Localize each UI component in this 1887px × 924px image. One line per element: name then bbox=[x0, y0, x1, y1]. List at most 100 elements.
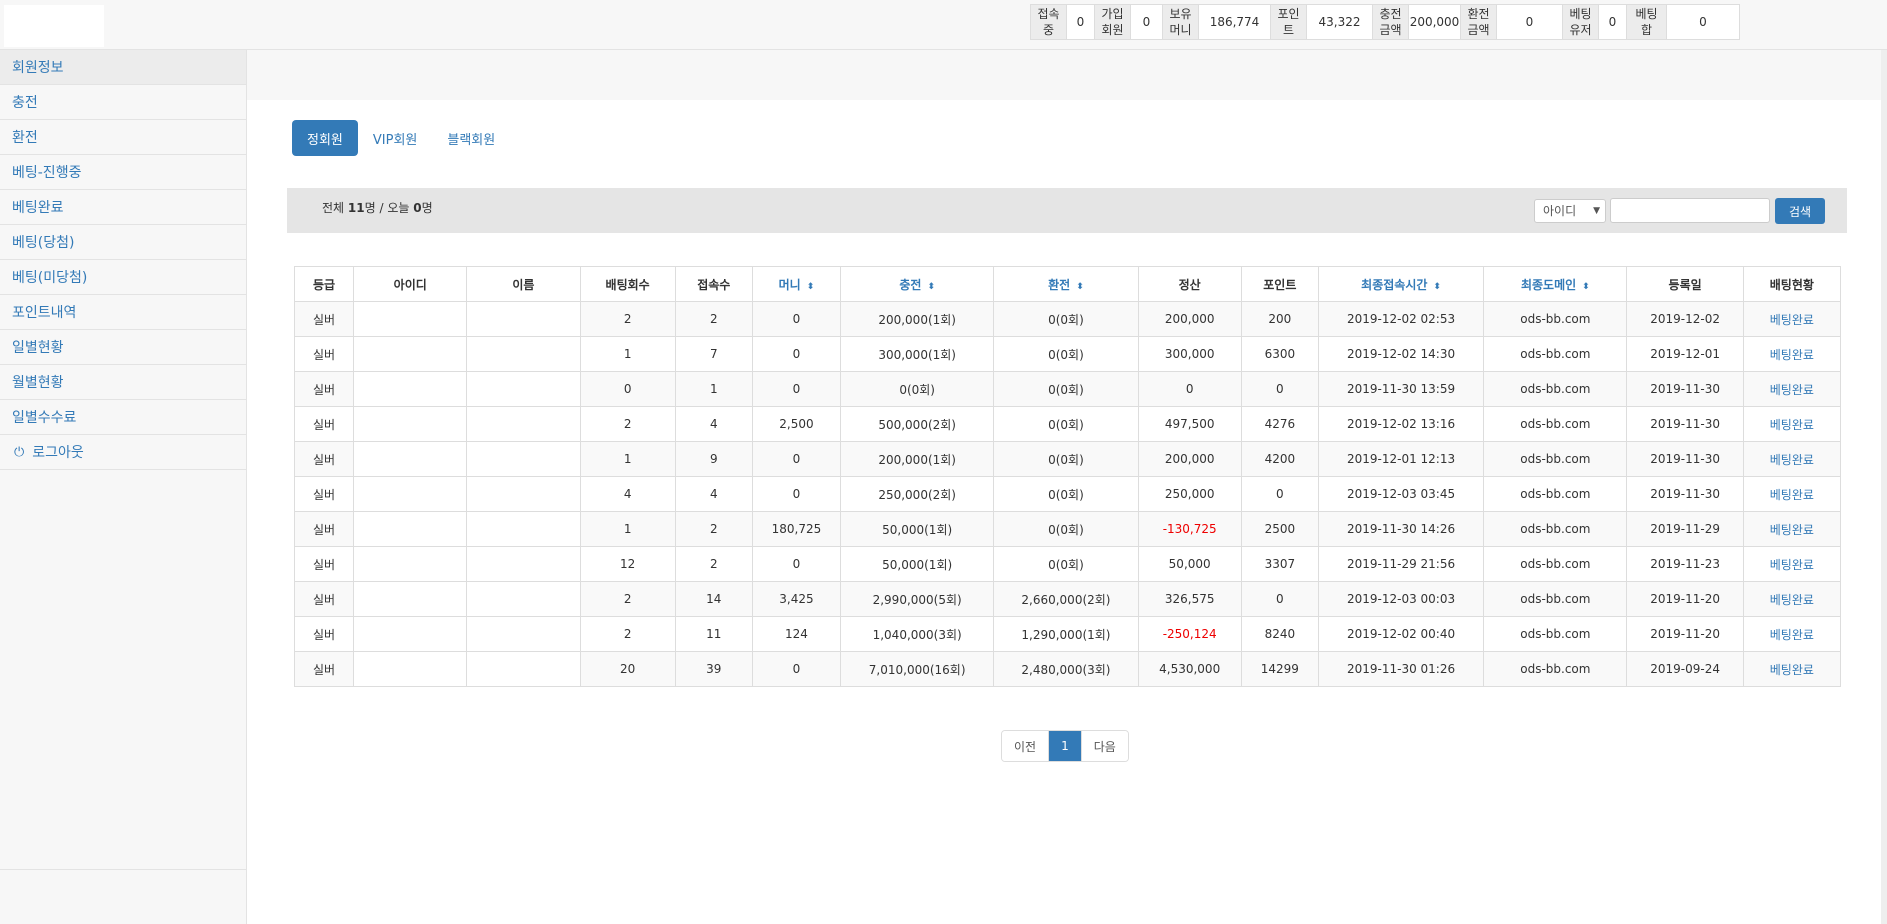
column-header[interactable]: 최종접속시간 ⬍ bbox=[1317, 266, 1485, 302]
table-cell: 0 bbox=[751, 546, 842, 582]
stat-value: 0 bbox=[1131, 5, 1163, 39]
sidebar-item[interactable]: 포인트내역 bbox=[0, 295, 246, 330]
column-header: 정산 bbox=[1137, 266, 1242, 302]
sidebar-item[interactable]: 회원정보 bbox=[0, 50, 246, 85]
table-cell: 200,000(1회) bbox=[840, 441, 995, 477]
search-button[interactable]: 검색 bbox=[1775, 198, 1825, 224]
stat-label: 환전 금액 bbox=[1461, 5, 1497, 39]
table-cell: -250,124 bbox=[1137, 616, 1242, 652]
sidebar-item[interactable]: 일별현황 bbox=[0, 330, 246, 365]
table-cell[interactable]: 베팅완료 bbox=[1742, 476, 1842, 512]
sidebar-item-label: 베팅완료 bbox=[12, 200, 64, 216]
column-header[interactable]: 충전 ⬍ bbox=[840, 266, 995, 302]
sidebar-item[interactable]: 베팅(당첨) bbox=[0, 225, 246, 260]
column-header: 접속수 bbox=[674, 266, 753, 302]
table-cell: 실버 bbox=[293, 616, 355, 652]
table-cell: 2019-11-30 bbox=[1626, 371, 1744, 407]
sidebar-item[interactable]: 베팅완료 bbox=[0, 190, 246, 225]
stat-value: 0 bbox=[1497, 5, 1563, 39]
table-cell: 2019-11-30 bbox=[1626, 441, 1744, 477]
table-cell[interactable]: 베팅완료 bbox=[1742, 651, 1842, 687]
table-cell: 14299 bbox=[1240, 651, 1319, 687]
table-cell: 0 bbox=[751, 336, 842, 372]
next-page-button[interactable]: 다음 bbox=[1081, 731, 1128, 761]
sort-icon: ⬍ bbox=[1582, 281, 1590, 292]
search-field-select[interactable]: 아이디 ▼ bbox=[1534, 199, 1606, 223]
table-cell bbox=[353, 546, 468, 582]
search-field-value: 아이디 bbox=[1543, 204, 1577, 218]
table-cell bbox=[466, 581, 581, 617]
table-cell: 4276 bbox=[1240, 406, 1319, 442]
table-cell: 2019-12-02 14:30 bbox=[1317, 336, 1485, 372]
table-cell: 2,480,000(3회) bbox=[993, 651, 1139, 687]
sidebar-item[interactable]: 일별수수료 bbox=[0, 400, 246, 435]
caret-down-icon: ▼ bbox=[1593, 206, 1600, 216]
table-cell[interactable]: 베팅완료 bbox=[1742, 371, 1842, 407]
table-cell: 2 bbox=[674, 301, 753, 337]
table-cell: 0 bbox=[1240, 581, 1319, 617]
column-header-label: 환전 bbox=[1048, 277, 1071, 292]
table-cell: 4,530,000 bbox=[1137, 651, 1242, 687]
tab-black-member[interactable]: 블랙회원 bbox=[432, 120, 510, 156]
table-cell bbox=[466, 546, 581, 582]
table-cell bbox=[353, 476, 468, 512]
tab-vip-member[interactable]: VIP회원 bbox=[358, 120, 433, 156]
table-cell[interactable]: 베팅완료 bbox=[1742, 441, 1842, 477]
table-cell: ods-bb.com bbox=[1483, 371, 1628, 407]
table-cell: 200 bbox=[1240, 301, 1319, 337]
table-row: 실버 2 4 2,500 500,000(2회) 0(0회) 497,500 4276 2019… bbox=[293, 406, 1842, 442]
prev-page-button[interactable]: 이전 bbox=[1002, 731, 1050, 761]
column-header-label: 포인트 bbox=[1263, 277, 1297, 292]
sidebar-item[interactable]: ⏻ 로그아웃 bbox=[0, 435, 246, 470]
table-cell[interactable]: 베팅완료 bbox=[1742, 336, 1842, 372]
table-cell: 200,000 bbox=[1137, 441, 1242, 477]
table-cell[interactable]: 베팅완료 bbox=[1742, 581, 1842, 617]
sidebar-item[interactable]: 환전 bbox=[0, 120, 246, 155]
table-row: 실버 1 2 180,725 50,000(1회) 0(0회) -130,725 2500 20… bbox=[293, 511, 1842, 547]
table-cell: 0(0회) bbox=[840, 371, 995, 407]
table-cell bbox=[466, 616, 581, 652]
table-row: 실버 2 14 3,425 2,990,000(5회) 2,660,000(2회) 326,… bbox=[293, 581, 1842, 617]
search-input[interactable] bbox=[1610, 198, 1770, 223]
table-cell: 9 bbox=[674, 441, 753, 477]
sort-icon: ⬍ bbox=[1076, 281, 1084, 292]
table-cell: 실버 bbox=[293, 511, 355, 547]
table-cell[interactable]: 베팅완료 bbox=[1742, 511, 1842, 547]
current-page-button[interactable]: 1 bbox=[1049, 731, 1082, 761]
sidebar-item[interactable]: 베팅-진행중 bbox=[0, 155, 246, 190]
table-cell bbox=[353, 336, 468, 372]
sidebar-item[interactable]: 월별현황 bbox=[0, 365, 246, 400]
top-bar: 접속중 0 가입 회원 0 보유 머니 186,774 포인트 43,322 충전 금액 200,… bbox=[0, 0, 1887, 50]
stat-label: 가입 회원 bbox=[1095, 5, 1131, 39]
logo[interactable] bbox=[4, 5, 104, 47]
table-cell[interactable]: 베팅완료 bbox=[1742, 616, 1842, 652]
table-cell[interactable]: 베팅완료 bbox=[1742, 406, 1842, 442]
table-cell: 0(0회) bbox=[993, 406, 1139, 442]
table-cell bbox=[353, 616, 468, 652]
stat-label: 접속중 bbox=[1031, 5, 1067, 39]
table-cell: 497,500 bbox=[1137, 406, 1242, 442]
table-cell: 2019-11-23 bbox=[1626, 546, 1744, 582]
column-header[interactable]: 머니 ⬍ bbox=[751, 266, 842, 302]
table-cell[interactable]: 베팅완료 bbox=[1742, 301, 1842, 337]
member-count: 전체 11명 / 오늘 0명 bbox=[322, 199, 433, 216]
table-cell: 4 bbox=[674, 406, 753, 442]
table-cell: 3307 bbox=[1240, 546, 1319, 582]
scrollbar[interactable] bbox=[1881, 50, 1887, 924]
table-cell: 2019-11-20 bbox=[1626, 616, 1744, 652]
table-cell: 실버 bbox=[293, 406, 355, 442]
sidebar-item[interactable]: 충전 bbox=[0, 85, 246, 120]
table-cell: 11 bbox=[674, 616, 753, 652]
column-header[interactable]: 환전 ⬍ bbox=[993, 266, 1139, 302]
sidebar-item-label: 로그아웃 bbox=[32, 445, 84, 461]
table-cell[interactable]: 베팅완료 bbox=[1742, 546, 1842, 582]
table-cell: ods-bb.com bbox=[1483, 406, 1628, 442]
table-cell: 실버 bbox=[293, 336, 355, 372]
table-row: 실버 4 4 0 250,000(2회) 0(0회) 250,000 0 2019-12-03 … bbox=[293, 476, 1842, 512]
column-header[interactable]: 최종도메인 ⬍ bbox=[1483, 266, 1628, 302]
sidebar-item[interactable]: 베팅(미당첨) bbox=[0, 260, 246, 295]
table-cell: 4 bbox=[579, 476, 676, 512]
tab-regular-member[interactable]: 정회원 bbox=[292, 120, 358, 156]
table-cell: 4200 bbox=[1240, 441, 1319, 477]
sidebar-item-label: 회원정보 bbox=[12, 60, 64, 76]
